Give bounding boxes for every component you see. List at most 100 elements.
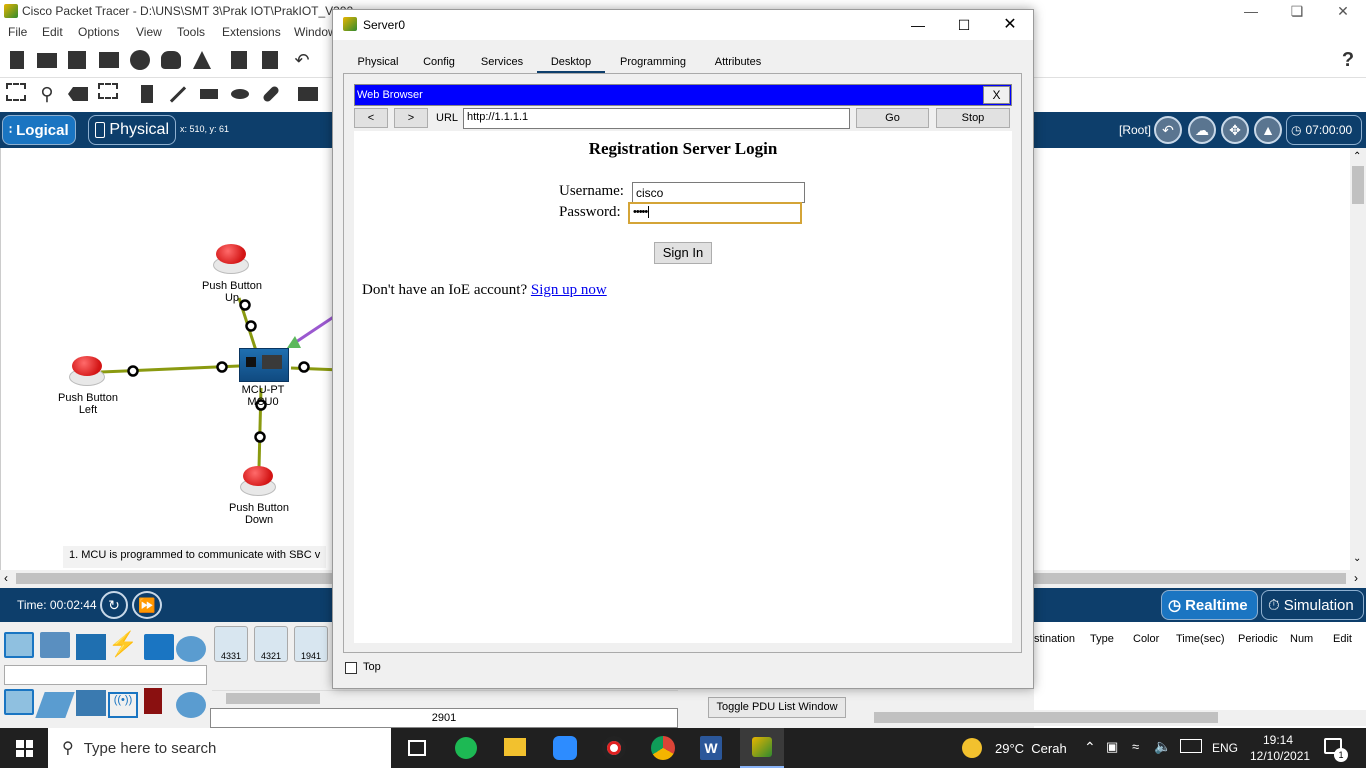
signup-link[interactable]: Sign up now [531,282,607,298]
menu-options[interactable]: Options [78,25,119,39]
routers-subcategory-icon[interactable] [4,689,34,715]
inspect-icon[interactable]: ⚲ [36,83,58,105]
keyboard-tray-icon[interactable] [1180,739,1202,753]
hubs-subcategory-icon[interactable] [76,690,106,716]
router-model-1941[interactable]: 1941 [294,626,328,662]
toggle-pdu-list-button[interactable]: Toggle PDU List Window [708,697,846,718]
wireless-subcategory-icon[interactable]: ((•)) [108,692,138,718]
tab-programming[interactable]: Programming [609,52,697,74]
power-cycle-icon[interactable]: ↻ [100,591,128,619]
multiuser-category-icon[interactable] [176,636,206,662]
push-button-up-device[interactable] [211,244,251,274]
word-icon[interactable]: W [700,736,722,760]
menu-view[interactable]: View [136,25,162,39]
logical-tab[interactable]: ∶ Logical [2,115,76,145]
spotify-icon[interactable] [455,737,477,759]
physical-tab[interactable]: Physical [88,115,176,145]
end-devices-category-icon[interactable] [40,632,70,658]
device-list-scroll-thumb[interactable] [226,693,320,704]
wan-emulation-subcategory-icon[interactable] [176,692,206,718]
background-image-icon[interactable]: ▲ [1254,116,1282,144]
url-input[interactable]: http://1.1.1.1 [463,108,850,129]
resize-icon[interactable] [98,83,118,99]
weather-text[interactable]: 29°C Cerah [995,741,1067,756]
network-tray-icon[interactable]: ▣ [1106,739,1118,755]
packet-tracer-taskbar-icon[interactable] [740,728,784,768]
device-filter-field[interactable] [4,665,207,685]
switches-subcategory-icon[interactable] [35,692,75,718]
network-devices-category-icon[interactable] [4,632,34,658]
taskbar-search[interactable]: ⚲ Type here to search [48,728,391,768]
device-list-scrollbar[interactable] [212,690,678,706]
password-input[interactable]: ••••• [628,202,802,224]
minimize-button[interactable]: — [1228,0,1274,22]
menu-tools[interactable]: Tools [177,25,205,39]
paste-icon[interactable] [259,49,281,71]
menu-window[interactable]: Window [294,25,337,39]
security-subcategory-icon[interactable] [144,688,162,714]
connections-category-icon[interactable]: ⚡ [108,630,138,658]
draw-line-icon[interactable] [167,83,189,105]
scroll-up-arrow-icon[interactable]: ⌃ [1353,151,1361,162]
menu-extensions[interactable]: Extensions [222,25,281,39]
router-model-4321[interactable]: 4321 [254,626,288,662]
move-icon[interactable]: ✥ [1221,116,1249,144]
menu-file[interactable]: File [8,25,27,39]
push-button-left-device[interactable] [67,356,107,386]
taskbar-clock[interactable]: 19:14 12/10/2021 [1250,732,1310,764]
back-icon[interactable]: ↶ [1154,116,1182,144]
windows-start-icon[interactable] [16,740,33,757]
task-view-icon[interactable] [408,740,426,756]
language-indicator[interactable]: ENG [1212,741,1238,755]
chrome-icon[interactable] [651,736,675,760]
pdu-scroll-thumb[interactable] [874,712,1218,723]
restore-button[interactable]: ❏ [1274,0,1320,22]
tab-physical[interactable]: Physical [345,52,411,74]
tab-desktop[interactable]: Desktop [537,52,605,74]
new-file-icon[interactable] [6,49,28,71]
wifi-tray-icon[interactable]: ≈ [1132,739,1139,754]
network-info-icon[interactable] [160,49,182,71]
copy-icon[interactable] [228,49,250,71]
workspace-vertical-scrollbar[interactable]: ⌃ ⌄ [1350,148,1366,570]
server-close-button[interactable]: ✕ [987,10,1033,40]
scroll-down-arrow-icon[interactable]: ⌄ [1353,553,1361,564]
sign-in-button[interactable]: Sign In [654,242,712,264]
simulation-mode-button[interactable]: ⏱ Simulation [1261,590,1364,620]
browser-go-button[interactable]: Go [856,108,929,128]
web-browser-close-button[interactable]: X [983,86,1010,104]
menu-edit[interactable]: Edit [42,25,63,39]
activity-wizard-icon[interactable] [191,49,213,71]
push-button-down-device[interactable] [238,466,278,496]
server-minimize-button[interactable]: — [895,10,941,40]
pdu-scrollbar[interactable] [858,710,1366,726]
freeform-icon[interactable] [260,83,282,105]
record-icon[interactable] [602,736,626,760]
components-category-icon[interactable] [76,634,106,660]
zoom-icon[interactable] [553,736,577,760]
scroll-left-arrow-icon[interactable]: ‹ [4,571,8,585]
browser-back-button[interactable]: < [354,108,388,128]
ellipse-icon[interactable] [229,83,251,105]
top-checkbox[interactable] [345,662,357,674]
open-folder-icon[interactable] [36,49,58,71]
vertical-scroll-thumb[interactable] [1352,166,1364,204]
router-model-4331[interactable]: 4331 [214,626,248,662]
info-icon[interactable] [129,49,151,71]
tab-config[interactable]: Config [411,52,467,74]
rectangle-icon[interactable] [198,83,220,105]
fast-forward-icon[interactable]: ⏩ [132,591,162,619]
mcu-device[interactable] [239,348,289,382]
close-button[interactable]: ✕ [1320,0,1366,22]
tray-chevron-icon[interactable]: ⌃ [1084,739,1096,756]
print-icon[interactable] [98,49,120,71]
note-icon[interactable] [136,83,158,105]
browser-forward-button[interactable]: > [394,108,428,128]
tab-attributes[interactable]: Attributes [701,52,775,74]
cloud-icon[interactable]: ☁ [1188,116,1216,144]
server-maximize-button[interactable]: ☐ [941,10,987,40]
file-explorer-icon[interactable] [504,738,526,756]
scroll-right-arrow-icon[interactable]: › [1354,571,1358,585]
delete-icon[interactable] [67,83,89,105]
save-icon[interactable] [66,49,88,71]
